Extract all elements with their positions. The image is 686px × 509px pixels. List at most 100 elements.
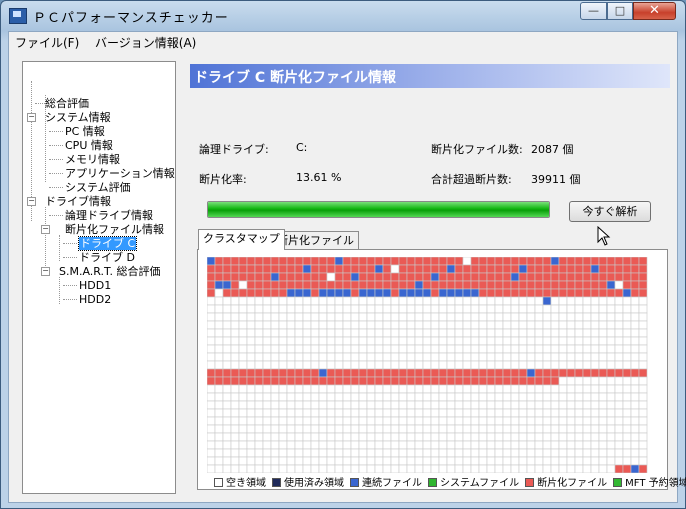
cluster-cell	[398, 257, 408, 266]
tree-item-drive-d[interactable]: ドライブ D	[79, 251, 135, 264]
maximize-button[interactable]: □	[607, 2, 633, 20]
tree-item-memory-info[interactable]: メモリ情報	[65, 153, 120, 166]
cluster-cell	[294, 352, 304, 362]
cluster-cell	[270, 424, 280, 434]
cluster-cell	[518, 344, 528, 354]
cluster-cell	[318, 312, 328, 322]
cluster-cell	[582, 376, 592, 386]
collapse-icon[interactable]: −	[41, 225, 50, 234]
cluster-cell	[494, 376, 504, 386]
tree-item-system-eval[interactable]: システム評価	[65, 181, 131, 194]
navigation-tree[interactable]: 総合評価 − システム情報 PC 情報 CPU 情報 メモリ情報 アプリケーショ…	[22, 61, 176, 494]
cluster-cell	[254, 264, 264, 274]
tree-item-hdd2[interactable]: HDD2	[79, 293, 111, 306]
cluster-cell	[214, 408, 224, 418]
cluster-cell	[534, 408, 544, 418]
cluster-cell	[286, 336, 296, 346]
cluster-cell	[518, 456, 528, 466]
cluster-cell	[334, 304, 344, 314]
cluster-cell	[207, 392, 216, 402]
collapse-icon[interactable]: −	[41, 267, 50, 276]
cluster-cell	[254, 384, 264, 394]
cluster-cell	[262, 320, 272, 330]
cluster-cell	[406, 448, 416, 458]
cluster-cell	[582, 312, 592, 322]
cluster-cell	[582, 464, 592, 473]
cluster-cell	[590, 408, 600, 418]
menu-version[interactable]: バージョン情報(A)	[95, 34, 196, 51]
cluster-cell	[478, 440, 488, 450]
cluster-cell	[486, 384, 496, 394]
tab-fragmented-files[interactable]: 断片化ファイル	[272, 231, 359, 249]
cluster-cell	[270, 432, 280, 442]
cluster-cell	[558, 304, 568, 314]
cluster-cell	[302, 416, 312, 426]
tab-cluster-map[interactable]: クラスタマップ	[198, 229, 285, 250]
cluster-cell	[222, 352, 232, 362]
logical-drive-value: C:	[296, 141, 308, 154]
cluster-cell	[590, 328, 600, 338]
cluster-cell	[598, 336, 608, 346]
close-button[interactable]: ✕	[633, 2, 676, 20]
cluster-cell	[222, 320, 232, 330]
cluster-cell	[318, 400, 328, 410]
cluster-cell	[550, 352, 560, 362]
frag-rate-value: 13.61 %	[296, 171, 342, 184]
tree-item-drive-info[interactable]: ドライブ情報	[45, 195, 111, 208]
cluster-cell	[462, 400, 472, 410]
analyze-now-button[interactable]: 今すぐ解析	[569, 201, 651, 222]
cluster-cell	[582, 257, 592, 266]
tree-item-frag-info[interactable]: 断片化ファイル情報	[65, 223, 164, 236]
minimize-button[interactable]: —	[580, 2, 607, 20]
cluster-cell	[558, 360, 568, 370]
tree-item-cpu-info[interactable]: CPU 情報	[65, 139, 113, 152]
panel-header: ドライブ C 断片化ファイル情報	[190, 64, 670, 88]
collapse-icon[interactable]: −	[27, 113, 36, 122]
cluster-cell	[558, 288, 568, 298]
cluster-cell	[390, 456, 400, 466]
cluster-cell	[374, 320, 384, 330]
cluster-cell	[286, 360, 296, 370]
tree-item-drive-c[interactable]: ドライブ C	[77, 236, 138, 251]
cluster-cell	[638, 456, 648, 466]
cluster-cell	[358, 464, 368, 473]
tree-item-smart[interactable]: S.M.A.R.T. 総合評価	[59, 265, 160, 278]
tree-item-system-info[interactable]: システム情報	[45, 111, 111, 124]
cluster-cell	[534, 336, 544, 346]
cluster-cell	[518, 400, 528, 410]
cluster-cell	[350, 376, 360, 386]
cluster-cell	[414, 280, 424, 290]
cluster-cell	[454, 336, 464, 346]
cluster-cell	[462, 264, 472, 274]
cluster-cell	[238, 368, 248, 378]
cluster-cell	[230, 360, 240, 370]
tree-item-pc-info[interactable]: PC 情報	[65, 125, 105, 138]
cluster-cell	[278, 456, 288, 466]
cluster-cell	[270, 264, 280, 274]
cluster-cell	[606, 320, 616, 330]
cluster-cell	[286, 376, 296, 386]
tree-item-logical-drive[interactable]: 論理ドライブ情報	[65, 209, 153, 222]
cluster-cell	[222, 456, 232, 466]
cluster-cell	[558, 376, 568, 386]
tree-item-overall[interactable]: 総合評価	[45, 97, 89, 110]
cluster-cell	[382, 304, 392, 314]
tree-item-hdd1[interactable]: HDD1	[79, 279, 111, 292]
collapse-icon[interactable]: −	[27, 197, 36, 206]
cluster-cell	[550, 296, 560, 306]
cluster-cell	[422, 257, 432, 266]
cluster-cell	[214, 304, 224, 314]
cluster-cell	[358, 384, 368, 394]
tree-item-app-info[interactable]: アプリケーション情報	[65, 167, 175, 180]
cluster-cell	[286, 416, 296, 426]
cluster-cell	[358, 257, 368, 266]
cluster-cell	[342, 264, 352, 274]
cluster-cell	[542, 257, 552, 266]
cluster-cell	[518, 424, 528, 434]
cluster-cell	[358, 368, 368, 378]
cluster-cell	[286, 368, 296, 378]
cluster-cell	[542, 360, 552, 370]
cluster-cell	[622, 280, 632, 290]
title-bar[interactable]: ＰＣパフォーマンスチェッカー — □ ✕	[1, 1, 685, 31]
menu-file[interactable]: ファイル(F)	[15, 34, 79, 51]
